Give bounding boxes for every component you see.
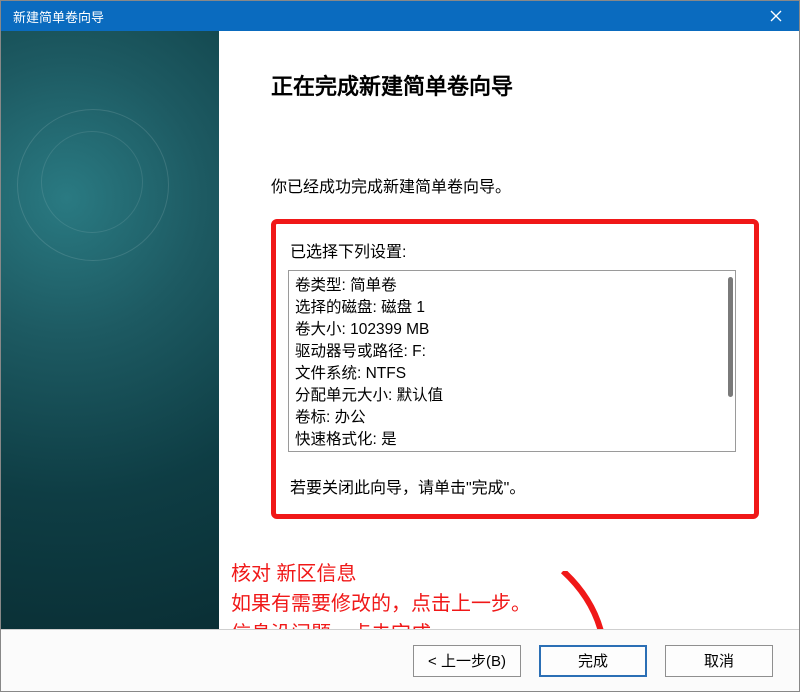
page-heading: 正在完成新建简单卷向导 [271, 69, 759, 101]
window-title: 新建简单卷向导 [13, 7, 753, 26]
annotation-text: 核对 新区信息 如果有需要修改的，点击上一步。 信息没问题，点击完成。 [231, 559, 531, 629]
close-hint: 若要关闭此向导，请单击"完成"。 [290, 474, 736, 498]
settings-label: 已选择下列设置: [290, 238, 736, 262]
highlight-box: 已选择下列设置: 卷类型: 简单卷 选择的磁盘: 磁盘 1 卷大小: 10239… [271, 219, 759, 519]
wizard-footer: < 上一步(B) 完成 取消 [1, 629, 799, 691]
cancel-button[interactable]: 取消 [665, 645, 773, 677]
close-icon [770, 10, 782, 22]
setting-label: 卷标: 办公 [295, 407, 721, 429]
back-button[interactable]: < 上一步(B) [413, 645, 521, 677]
finish-button[interactable]: 完成 [539, 645, 647, 677]
settings-listbox[interactable]: 卷类型: 简单卷 选择的磁盘: 磁盘 1 卷大小: 102399 MB 驱动器号… [288, 270, 736, 452]
setting-filesystem: 文件系统: NTFS [295, 363, 721, 385]
setting-size: 卷大小: 102399 MB [295, 319, 721, 341]
wizard-main: 正在完成新建简单卷向导 你已经成功完成新建简单卷向导。 已选择下列设置: 卷类型… [219, 31, 799, 629]
body-area: 正在完成新建简单卷向导 你已经成功完成新建简单卷向导。 已选择下列设置: 卷类型… [1, 31, 799, 629]
setting-drive: 驱动器号或路径: F: [295, 341, 721, 363]
setting-quickformat: 快速格式化: 是 [295, 429, 721, 451]
setting-disk: 选择的磁盘: 磁盘 1 [295, 297, 721, 319]
wizard-sidebar-graphic [1, 31, 219, 629]
titlebar: 新建简单卷向导 [1, 1, 799, 31]
close-button[interactable] [753, 1, 799, 31]
intro-text: 你已经成功完成新建简单卷向导。 [271, 173, 759, 197]
scrollbar-thumb[interactable] [728, 277, 733, 397]
settings-list: 卷类型: 简单卷 选择的磁盘: 磁盘 1 卷大小: 102399 MB 驱动器号… [295, 275, 721, 451]
setting-volume-type: 卷类型: 简单卷 [295, 275, 721, 297]
wizard-window: 新建简单卷向导 正在完成新建简单卷向导 你已经成功完成新建简单卷向导。 已选择下… [0, 0, 800, 692]
setting-allocation: 分配单元大小: 默认值 [295, 385, 721, 407]
